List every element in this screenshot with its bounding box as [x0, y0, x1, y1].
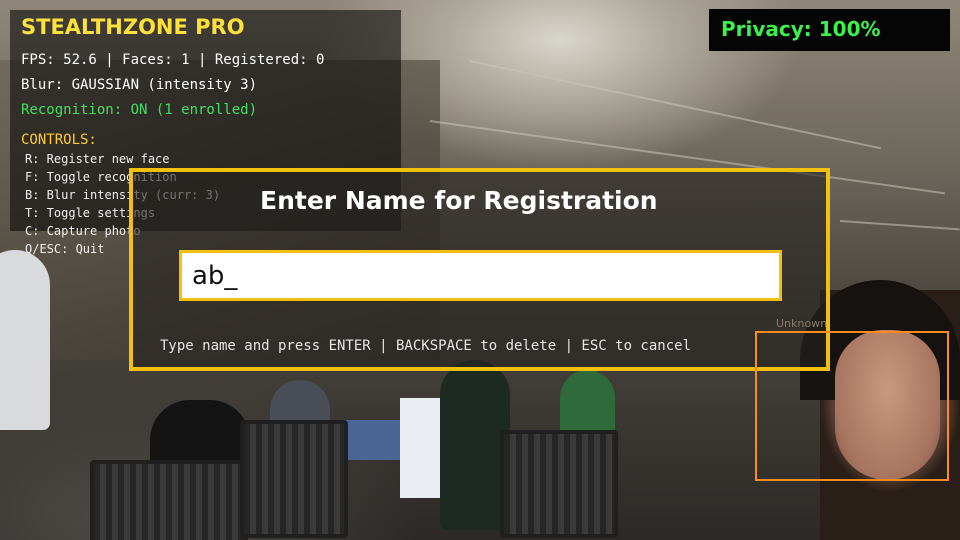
stats-line: FPS: 52.6 | Faces: 1 | Registered: 0 — [21, 52, 325, 68]
white-stand — [400, 398, 440, 498]
chair — [90, 460, 248, 540]
background-person — [0, 250, 50, 430]
control-register: R: Register new face — [25, 152, 170, 166]
name-input[interactable]: ab_ — [179, 250, 782, 301]
dialog-hint: Type name and press ENTER | BACKSPACE to… — [160, 338, 692, 354]
controls-header: CONTROLS: — [21, 132, 97, 148]
privacy-label: Privacy: 100% — [721, 17, 881, 41]
name-input-value: ab_ — [192, 261, 238, 291]
control-quit: Q/ESC: Quit — [25, 242, 105, 256]
recognition-status: Recognition: ON (1 enrolled) — [21, 102, 258, 118]
blur-status: Blur: GAUSSIAN (intensity 3) — [21, 77, 258, 93]
control-capture: C: Capture photo — [25, 224, 141, 238]
chair — [240, 420, 348, 538]
app-title: STEALTHZONE PRO — [21, 15, 245, 39]
ceiling-beam — [839, 220, 960, 231]
face-detection-box — [755, 331, 949, 481]
chair — [500, 430, 618, 538]
privacy-indicator: Privacy: 100% — [709, 9, 950, 51]
dialog-title: Enter Name for Registration — [260, 186, 658, 215]
face-label: Unknown — [776, 317, 828, 330]
